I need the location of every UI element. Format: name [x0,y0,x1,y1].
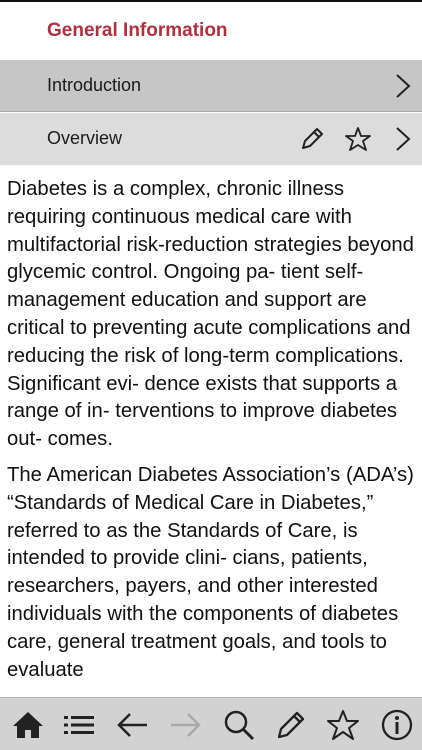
nav-row-label: Overview [47,128,123,148]
app-screen: General Information Introduction Overvie… [0,0,422,750]
nav-row-overview[interactable]: Overview [0,113,422,165]
section-header: General Information [0,2,422,60]
search-icon[interactable] [222,708,256,742]
article-paragraph: The American Diabetes Association’s (ADA… [7,463,414,681]
star-icon[interactable] [344,125,372,153]
edit-pencil-icon[interactable] [298,125,326,153]
nav-row-introduction[interactable]: Introduction [0,60,422,112]
article-content: Diabetes is a complex, chronic illness r… [0,165,422,697]
info-icon[interactable] [380,708,414,742]
chevron-right-icon [388,125,416,153]
home-icon[interactable] [11,708,45,742]
chevron-right-icon [388,72,416,100]
star-icon[interactable] [326,708,360,742]
back-arrow-icon[interactable] [116,708,150,742]
edit-pencil-icon[interactable] [274,708,308,742]
forward-arrow-icon[interactable] [168,708,202,742]
list-icon[interactable] [62,708,96,742]
article-paragraph: Diabetes is a complex, chronic illness r… [7,178,414,451]
nav-row-label: Introduction [47,75,142,95]
section-title: General Information [47,20,228,41]
bottom-toolbar [0,697,422,750]
